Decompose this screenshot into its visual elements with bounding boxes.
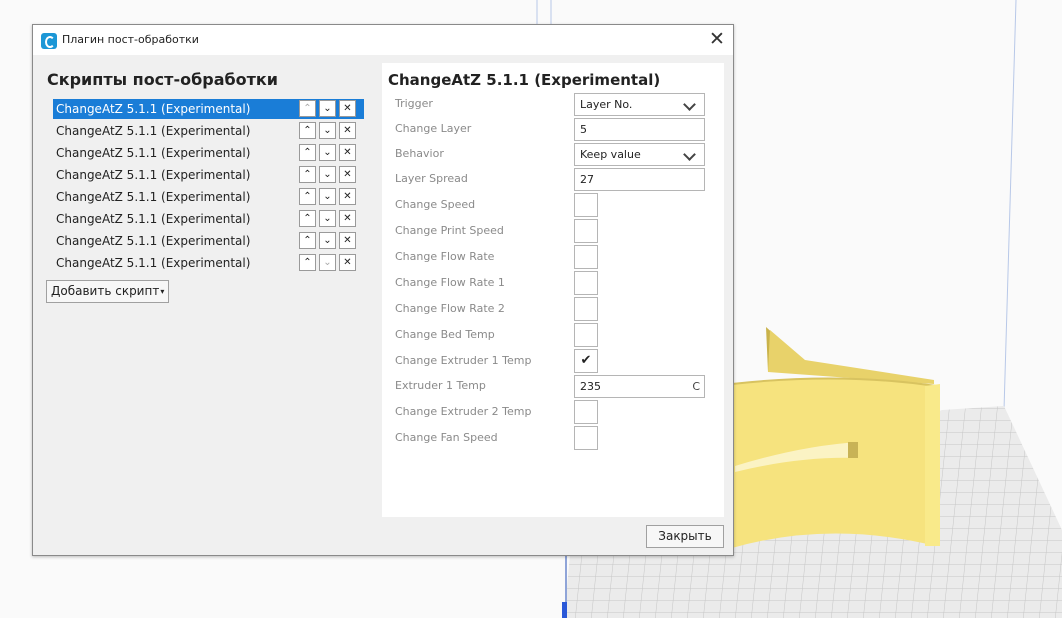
remove-script-button[interactable]: ✕ — [339, 100, 356, 117]
remove-script-button[interactable]: ✕ — [339, 122, 356, 139]
script-list: ChangeAtZ 5.1.1 (Experimental) ⌃ ⌄ ✕ ChangeA… — [53, 98, 364, 274]
close-button[interactable]: Закрыть — [646, 525, 724, 548]
remove-script-button[interactable]: ✕ — [339, 144, 356, 161]
setting-label: Change Flow Rate — [395, 250, 495, 263]
setting-label: Change Speed — [395, 198, 476, 211]
move-down-button[interactable]: ⌄ — [319, 254, 336, 271]
move-down-button[interactable]: ⌄ — [319, 210, 336, 227]
setting-label: Change Flow Rate 1 — [395, 276, 505, 289]
move-down-button[interactable]: ⌄ — [319, 100, 336, 117]
scripts-heading: Скрипты пост-обработки — [47, 70, 278, 89]
move-up-button[interactable]: ⌃ — [299, 166, 316, 183]
setting-text-field[interactable]: 5 — [574, 118, 705, 141]
move-down-button[interactable]: ⌄ — [319, 188, 336, 205]
setting-text-field[interactable]: 235 C — [574, 375, 705, 398]
script-list-item[interactable]: ChangeAtZ 5.1.1 (Experimental) ⌃ ⌄ ✕ — [53, 142, 364, 164]
setting-combobox[interactable]: Keep value — [574, 143, 705, 166]
move-up-button[interactable]: ⌃ — [299, 232, 316, 249]
unit-label: C — [692, 380, 700, 393]
post-processing-dialog: Плагин пост-обработки ✕ Скрипты пост-обр… — [32, 24, 734, 556]
script-name: ChangeAtZ 5.1.1 (Experimental) — [56, 234, 251, 248]
dropdown-caret-icon: ▾ — [160, 287, 165, 296]
setting-label: Change Fan Speed — [395, 431, 498, 444]
setting-label: Change Bed Temp — [395, 328, 495, 341]
move-down-button[interactable]: ⌄ — [319, 166, 336, 183]
remove-script-button[interactable]: ✕ — [339, 254, 356, 271]
script-name: ChangeAtZ 5.1.1 (Experimental) — [56, 168, 251, 182]
script-name: ChangeAtZ 5.1.1 (Experimental) — [53, 99, 296, 119]
setting-label: Change Flow Rate 2 — [395, 302, 505, 315]
script-name: ChangeAtZ 5.1.1 (Experimental) — [56, 146, 251, 160]
setting-combobox[interactable]: Layer No. — [574, 93, 705, 116]
move-up-button[interactable]: ⌃ — [299, 188, 316, 205]
setting-text-field[interactable]: 27 — [574, 168, 705, 191]
move-up-button[interactable]: ⌃ — [299, 100, 316, 117]
script-name: ChangeAtZ 5.1.1 (Experimental) — [56, 256, 251, 270]
script-list-item[interactable]: ChangeAtZ 5.1.1 (Experimental) ⌃ ⌄ ✕ — [53, 120, 364, 142]
setting-checkbox[interactable] — [574, 245, 598, 269]
script-name: ChangeAtZ 5.1.1 (Experimental) — [56, 190, 251, 204]
move-up-button[interactable]: ⌃ — [299, 144, 316, 161]
cura-logo-icon — [41, 33, 57, 49]
setting-label: Change Layer — [395, 122, 472, 135]
setting-label: Change Extruder 2 Temp — [395, 405, 532, 418]
add-script-button[interactable]: Добавить скрипт▾ — [46, 280, 170, 303]
remove-script-button[interactable]: ✕ — [339, 210, 356, 227]
move-up-button[interactable]: ⌃ — [299, 122, 316, 139]
setting-label: Behavior — [395, 147, 444, 160]
script-list-item[interactable]: ChangeAtZ 5.1.1 (Experimental) ⌃ ⌄ ✕ — [53, 164, 364, 186]
text-field-value: 27 — [580, 173, 594, 186]
script-list-item[interactable]: ChangeAtZ 5.1.1 (Experimental) ⌃ ⌄ ✕ — [53, 208, 364, 230]
setting-checkbox[interactable]: ✔ — [574, 349, 598, 373]
close-icon[interactable]: ✕ — [706, 29, 728, 51]
text-field-value: 5 — [580, 123, 587, 136]
setting-checkbox[interactable] — [574, 297, 598, 321]
setting-checkbox[interactable] — [574, 193, 598, 217]
axis-marker — [562, 602, 567, 618]
script-list-item[interactable]: ChangeAtZ 5.1.1 (Experimental) ⌃ ⌄ ✕ — [53, 230, 364, 252]
move-up-button[interactable]: ⌃ — [299, 210, 316, 227]
move-down-button[interactable]: ⌄ — [319, 232, 336, 249]
dialog-title: Плагин пост-обработки — [62, 33, 199, 46]
script-settings-panel: ChangeAtZ 5.1.1 (Experimental) Trigger La… — [382, 63, 724, 517]
move-up-button[interactable]: ⌃ — [299, 254, 316, 271]
script-list-item[interactable]: ChangeAtZ 5.1.1 (Experimental) ⌃ ⌄ ✕ — [53, 252, 364, 274]
checkmark-icon: ✔ — [580, 353, 592, 368]
setting-checkbox[interactable] — [574, 426, 598, 450]
text-field-value: 235 — [580, 380, 601, 393]
setting-label: Layer Spread — [395, 172, 468, 185]
setting-checkbox[interactable] — [574, 219, 598, 243]
setting-label: Trigger — [395, 97, 433, 110]
setting-label: Change Extruder 1 Temp — [395, 354, 532, 367]
script-name: ChangeAtZ 5.1.1 (Experimental) — [56, 212, 251, 226]
remove-script-button[interactable]: ✕ — [339, 188, 356, 205]
setting-label: Change Print Speed — [395, 224, 504, 237]
model-3d[interactable] — [731, 327, 940, 548]
move-down-button[interactable]: ⌄ — [319, 122, 336, 139]
chevron-down-icon — [683, 98, 696, 111]
build-volume-edge — [1003, 0, 1017, 411]
dialog-titlebar: Плагин пост-обработки ✕ — [33, 25, 733, 55]
setting-checkbox[interactable] — [574, 323, 598, 347]
combobox-value: Keep value — [580, 148, 641, 161]
remove-script-button[interactable]: ✕ — [339, 166, 356, 183]
chevron-down-icon — [683, 148, 696, 161]
setting-checkbox[interactable] — [574, 400, 598, 424]
settings-heading: ChangeAtZ 5.1.1 (Experimental) — [388, 71, 661, 89]
setting-label: Extruder 1 Temp — [395, 379, 486, 392]
script-list-item[interactable]: ChangeAtZ 5.1.1 (Experimental) ⌃ ⌄ ✕ — [53, 186, 364, 208]
script-name: ChangeAtZ 5.1.1 (Experimental) — [56, 124, 251, 138]
move-down-button[interactable]: ⌄ — [319, 144, 336, 161]
add-script-label: Добавить скрипт — [51, 284, 160, 298]
remove-script-button[interactable]: ✕ — [339, 232, 356, 249]
combobox-value: Layer No. — [580, 98, 633, 111]
setting-checkbox[interactable] — [574, 271, 598, 295]
script-list-item[interactable]: ChangeAtZ 5.1.1 (Experimental) ⌃ ⌄ ✕ — [53, 98, 364, 120]
